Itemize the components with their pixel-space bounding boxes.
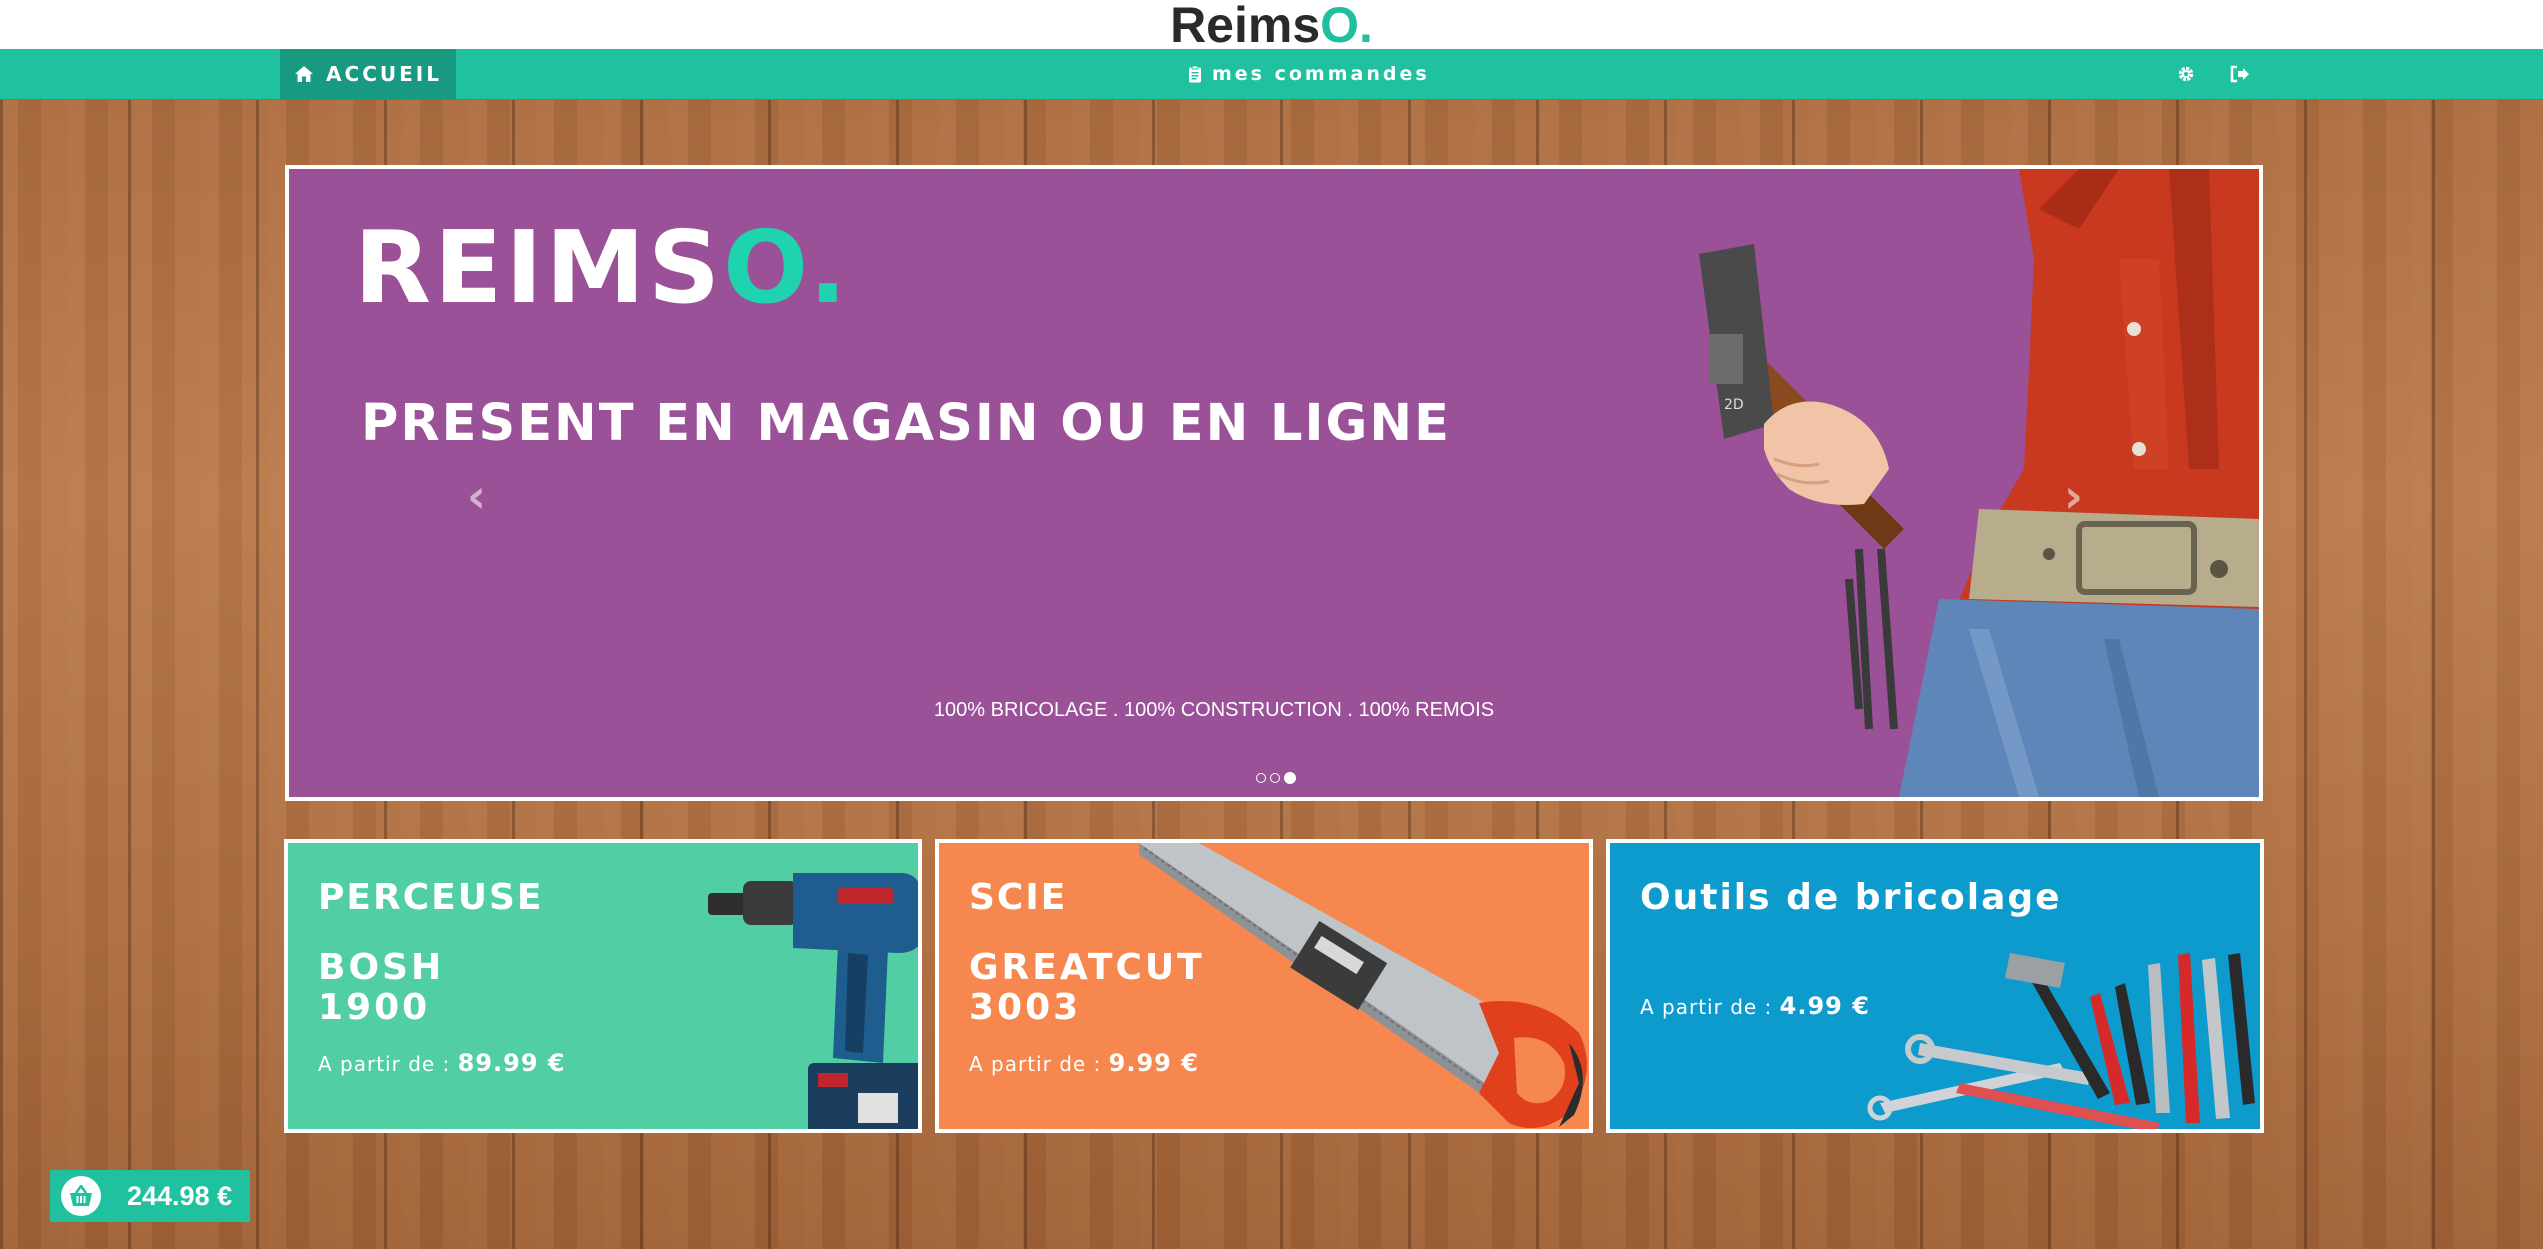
carousel-headline: PRESENT EN MAGASIN OU EN LIGNE xyxy=(361,394,1451,453)
carousel-indicator-active[interactable] xyxy=(1284,772,1296,784)
product-tile-tools[interactable]: Outils de bricolage A partir de : 4.99 € xyxy=(1606,839,2264,1133)
main-navbar: ACCUEIL mes commandes xyxy=(0,49,2543,100)
tile-title: Outils de bricolage xyxy=(1640,877,2062,918)
svg-text:2D: 2D xyxy=(1724,397,1744,413)
carousel-next-button[interactable]: › xyxy=(2064,469,2083,523)
product-tile-saw[interactable]: SCIE GREATCUT 3003 A partir de : 9.99 € xyxy=(935,839,1593,1133)
tile-title: PERCEUSE xyxy=(318,877,544,918)
carousel-logo: REIMSO. xyxy=(354,209,850,326)
settings-button[interactable] xyxy=(2177,49,2195,99)
nav-orders-link[interactable]: mes commandes xyxy=(1188,49,1430,99)
nav-home-link[interactable]: ACCUEIL xyxy=(280,49,456,99)
drill-image xyxy=(708,873,918,1129)
tile-price: A partir de : 89.99 € xyxy=(318,1049,566,1077)
handsaw-image xyxy=(1139,843,1587,1129)
product-tile-drill[interactable]: PERCEUSE BOSH 1900 A partir de : 89.99 € xyxy=(284,839,922,1133)
carousel-indicator[interactable] xyxy=(1270,773,1280,783)
chevron-left-icon: ‹ xyxy=(467,469,486,523)
tools-image xyxy=(1867,953,2255,1129)
logout-button[interactable] xyxy=(2230,49,2250,99)
site-logo[interactable]: ReimsO. xyxy=(0,0,2543,50)
carousel-tagline: 100% BRICOLAGE . 100% CONSTRUCTION . 100… xyxy=(933,699,1495,721)
chevron-right-icon: › xyxy=(2064,469,2083,523)
sign-out-icon xyxy=(2230,65,2249,83)
carousel-indicator[interactable] xyxy=(1256,773,1266,783)
carousel-indicators xyxy=(1256,772,1296,784)
cart-button[interactable]: 244.98 € xyxy=(50,1170,250,1222)
site-header: ReimsO. xyxy=(0,0,2543,50)
gear-icon xyxy=(2178,66,2194,82)
tile-model: BOSH 1900 xyxy=(318,947,445,1028)
cart-total: 244.98 € xyxy=(127,1180,233,1211)
carousel-prev-button[interactable]: ‹ xyxy=(467,469,486,523)
clipboard-icon xyxy=(1189,65,1201,83)
nav-home-label: ACCUEIL xyxy=(326,62,442,86)
tile-model: GREATCUT 3003 xyxy=(969,947,1205,1028)
tile-price: A partir de : 9.99 € xyxy=(969,1049,1199,1077)
basket-icon xyxy=(61,1176,101,1216)
tile-price: A partir de : 4.99 € xyxy=(1640,992,1870,1020)
home-icon xyxy=(295,66,314,82)
tile-title: SCIE xyxy=(969,877,1068,918)
hero-carousel: REIMSO. PRESENT EN MAGASIN OU EN LIGNE 2… xyxy=(285,165,2263,801)
nav-orders-label: mes commandes xyxy=(1212,63,1430,85)
